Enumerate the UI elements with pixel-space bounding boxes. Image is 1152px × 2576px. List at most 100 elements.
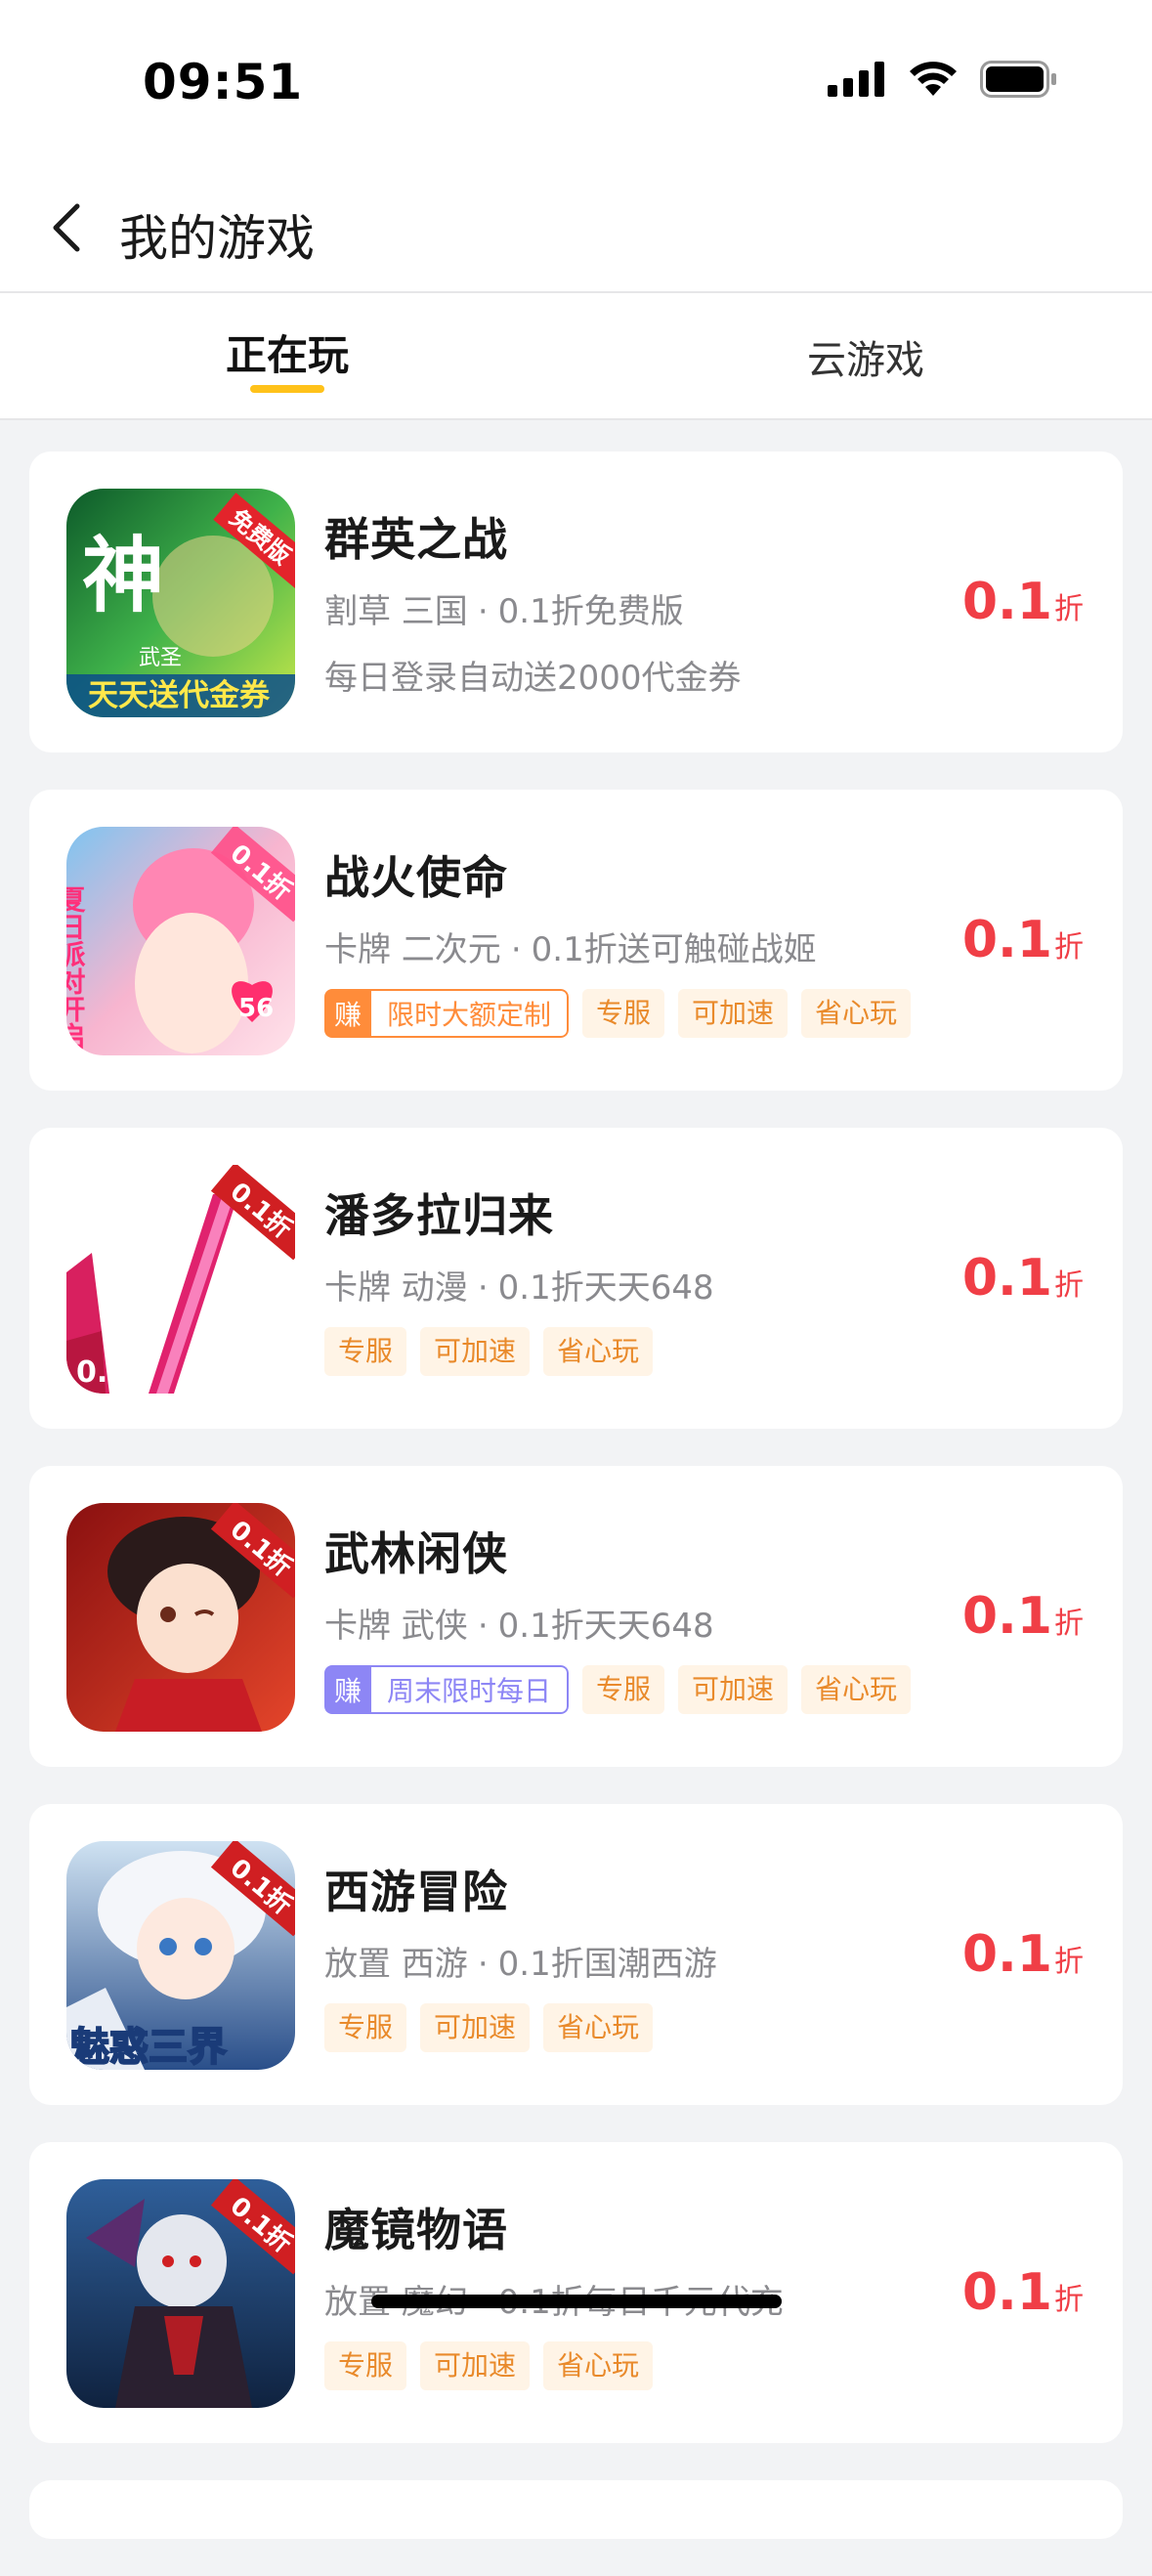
game-name: 武林闲侠 bbox=[324, 1527, 508, 1580]
discount-unit: 折 bbox=[1054, 2283, 1084, 2317]
earn-label: 赚 bbox=[324, 989, 371, 1038]
game-slogan: 0.1折国潮西游 bbox=[497, 1945, 717, 1984]
tag-easy-play: 省心玩 bbox=[543, 2003, 654, 2052]
icon-art-text: 夏日派对开启 bbox=[66, 885, 87, 1051]
game-meta: 卡牌 武侠 · 0.1折天天648 bbox=[324, 1599, 714, 1647]
discount-label: 0.1折 bbox=[962, 1587, 1084, 1646]
game-slogan: 0.1折天天648 bbox=[497, 1607, 714, 1646]
tag-dedicated-server: 专服 bbox=[324, 2003, 407, 2052]
tag-easy-play: 省心玩 bbox=[801, 1665, 912, 1714]
icon-art-text: 0.1 bbox=[76, 1355, 128, 1390]
discount-unit: 折 bbox=[1054, 1945, 1084, 1979]
tag-row: 专服 可加速 省心玩 bbox=[324, 2003, 654, 2052]
tag-row: 赚 限时大额定制 专服 可加速 省心玩 bbox=[324, 989, 912, 1038]
discount-unit: 折 bbox=[1054, 592, 1084, 626]
game-description: 每日登录自动送2000代金券 bbox=[324, 659, 742, 698]
game-meta: 卡牌 二次元 · 0.1折送可触碰战姬 bbox=[324, 923, 817, 970]
discount-value: 0.1 bbox=[961, 2263, 1052, 2322]
tag-accelerate: 可加速 bbox=[420, 1327, 531, 1376]
tag-row: 专服 可加速 省心玩 bbox=[324, 1327, 654, 1376]
game-list: 神 武圣 天天送代金券 免费版 群英之战 割草 三国 · 0.1折免费版 每日登录自… bbox=[29, 451, 1123, 2576]
game-slogan: 0.1折免费版 bbox=[497, 592, 684, 631]
icon-art-text: 神 bbox=[82, 527, 164, 623]
back-button[interactable] bbox=[37, 193, 96, 262]
discount-unit: 折 bbox=[1054, 1607, 1084, 1641]
game-card[interactable]: 0.1 0.1折 潘多拉归来 卡牌 动漫 · 0.1折天天648 专服 可加速 省心… bbox=[29, 1128, 1123, 1429]
earn-label: 赚 bbox=[324, 1665, 371, 1714]
discount-unit: 折 bbox=[1054, 930, 1084, 965]
discount-value: 0.1 bbox=[961, 573, 1052, 631]
game-icon-mojing[interactable]: 0.1折 bbox=[66, 2179, 295, 2408]
discount-unit: 折 bbox=[1054, 1268, 1084, 1303]
status-icons bbox=[828, 61, 1058, 98]
promo-label: 周末限时每日 bbox=[371, 1665, 570, 1714]
game-meta: 卡牌 动漫 · 0.1折天天648 bbox=[324, 1261, 714, 1309]
icon-art-text: 魅惑三界 bbox=[70, 2025, 227, 2070]
status-time: 09:51 bbox=[143, 54, 304, 110]
status-bar: 09:51 bbox=[0, 0, 1152, 166]
discount-label: 0.1折 bbox=[962, 1925, 1084, 1984]
promo-label: 限时大额定制 bbox=[371, 989, 570, 1038]
game-genres: 卡牌 动漫 bbox=[324, 1268, 468, 1308]
tag-accelerate: 可加速 bbox=[420, 2341, 531, 2390]
discount-label: 0.1折 bbox=[962, 911, 1084, 969]
game-icon-zhanhuo[interactable]: 夏日派对开启 0.1折 56 bbox=[66, 827, 295, 1055]
tag-accelerate: 可加速 bbox=[420, 2003, 531, 2052]
discount-label: 0.1折 bbox=[962, 573, 1084, 631]
chevron-left-icon bbox=[53, 203, 80, 252]
promo-badge[interactable]: 赚 限时大额定制 bbox=[324, 989, 570, 1038]
game-card[interactable]: 夏日派对开启 0.1折 56 战火使命 卡牌 二次元 · 0.1折送可触碰战姬 赚 … bbox=[29, 790, 1123, 1091]
wifi-icon bbox=[910, 62, 957, 96]
game-name: 西游冒险 bbox=[324, 1866, 508, 1918]
tag-accelerate: 可加速 bbox=[678, 1665, 789, 1714]
game-card[interactable]: 0.1折 魔镜物语 放置 魔幻·0.1折每日千元代充 专服 可加速 省心玩 0.… bbox=[29, 2142, 1123, 2443]
game-card[interactable]: 0.1折 武林闲侠 卡牌 武侠 · 0.1折天天648 赚 周末限时每日 专服 可加… bbox=[29, 1466, 1123, 1767]
meta-separator: · bbox=[477, 1607, 489, 1646]
promo-badge[interactable]: 赚 周末限时每日 bbox=[324, 1665, 570, 1714]
tag-row: 赚 周末限时每日 专服 可加速 省心玩 bbox=[324, 1665, 912, 1714]
game-icon-qunying[interactable]: 神 武圣 天天送代金券 免费版 bbox=[66, 489, 295, 717]
discount-label: 0.1折 bbox=[962, 2263, 1084, 2322]
tag-dedicated-server: 专服 bbox=[582, 989, 665, 1038]
game-genres: 割草 三国 bbox=[324, 592, 468, 631]
page-title: 我的游戏 bbox=[119, 210, 315, 267]
meta-separator: · bbox=[510, 930, 522, 969]
game-meta: 割草 三国 · 0.1折免费版 bbox=[324, 584, 684, 632]
game-icon-wulin[interactable]: 0.1折 bbox=[66, 1503, 295, 1732]
game-icon-xiyou[interactable]: 魅惑三界 0.1折 bbox=[66, 1841, 295, 2070]
discount-value: 0.1 bbox=[961, 911, 1052, 969]
discount-label: 0.1折 bbox=[962, 1249, 1084, 1308]
home-indicator[interactable] bbox=[371, 2295, 782, 2308]
discount-value: 0.1 bbox=[961, 1925, 1052, 1984]
game-card[interactable]: 魅惑三界 0.1折 西游冒险 放置 西游 · 0.1折国潮西游 专服 可加速 省心玩… bbox=[29, 1804, 1123, 2105]
game-genres: 卡牌 武侠 bbox=[324, 1607, 468, 1646]
cellular-signal-icon bbox=[828, 62, 884, 97]
meta-separator: · bbox=[477, 592, 489, 631]
discount-value: 0.1 bbox=[961, 1587, 1052, 1646]
tag-easy-play: 省心玩 bbox=[801, 989, 912, 1038]
battery-icon bbox=[980, 61, 1056, 98]
game-slogan: 0.1折天天648 bbox=[497, 1268, 714, 1308]
game-icon-pandora[interactable]: 0.1 0.1折 bbox=[66, 1165, 295, 1394]
tag-dedicated-server: 专服 bbox=[324, 1327, 407, 1376]
icon-banner-text: 天天送代金券 bbox=[88, 678, 271, 713]
game-name: 潘多拉归来 bbox=[324, 1189, 554, 1242]
tag-dedicated-server: 专服 bbox=[324, 2341, 407, 2390]
game-meta: 放置 西游 · 0.1折国潮西游 bbox=[324, 1937, 717, 1985]
game-card[interactable]: 神 武圣 天天送代金券 免费版 群英之战 割草 三国 · 0.1折免费版 每日登录自… bbox=[29, 451, 1123, 752]
discount-value: 0.1 bbox=[961, 1249, 1052, 1308]
game-name: 群英之战 bbox=[324, 513, 508, 566]
meta-separator: · bbox=[477, 1945, 489, 1984]
tag-accelerate: 可加速 bbox=[678, 989, 789, 1038]
game-genres: 放置 西游 bbox=[324, 1945, 468, 1984]
tab-active-indicator bbox=[250, 385, 324, 393]
nav-bar: 我的游戏 bbox=[0, 166, 1152, 293]
tag-easy-play: 省心玩 bbox=[543, 1327, 654, 1376]
game-slogan: 0.1折送可触碰战姬 bbox=[531, 930, 817, 969]
meta-separator: · bbox=[477, 1268, 489, 1308]
tab-cloud-games[interactable]: 云游戏 bbox=[735, 328, 997, 407]
game-name: 魔镜物语 bbox=[324, 2204, 508, 2256]
game-card[interactable] bbox=[29, 2480, 1123, 2539]
tag-dedicated-server: 专服 bbox=[582, 1665, 665, 1714]
game-genres: 卡牌 二次元 bbox=[324, 930, 501, 969]
